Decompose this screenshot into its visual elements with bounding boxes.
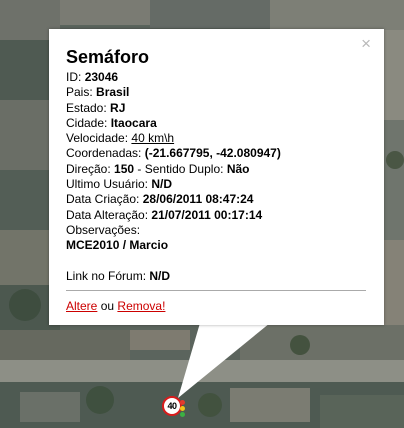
coordenadas-row: Coordenadas: (-21.667795, -42.080947) [66,146,366,161]
cidade-row: Cidade: Itaocara [66,116,366,131]
data-criacao-row: Data Criação: 28/06/2011 08:47:24 [66,192,366,207]
observacoes-label: Observações: [66,222,141,237]
estado-value: RJ [110,100,126,115]
altere-link[interactable]: Altere [66,299,97,313]
cidade-label: Cidade: [66,115,108,130]
remova-link[interactable]: Remova! [117,299,165,313]
popup-content: Semáforo ID: 23046 Pais: Brasil Estado: … [66,46,366,314]
velocidade-label: Velocidade: [66,131,129,146]
traffic-light-yellow-icon [180,406,185,411]
direcao-row: Direção: 150 - Sentido Duplo: Não [66,162,366,177]
info-popup: × Semáforo ID: 23046 Pais: Brasil Estado… [49,29,384,325]
data-criacao-label: Data Criação: [66,192,140,207]
coordenadas-value: (-21.667795, -42.080947) [144,146,281,161]
data-alteracao-value: 21/07/2011 00:17:14 [151,207,263,222]
popup-title: Semáforo [66,47,150,67]
estado-row: Estado: RJ [66,101,366,116]
velocidade-link[interactable]: 40 km\h [131,131,174,145]
data-alteracao-label: Data Alteração: [66,207,149,222]
estado-label: Estado: [66,100,107,115]
speed-limit-text: 40 [167,401,177,411]
traffic-light-green-icon [180,412,185,417]
forum-row: Link no Fórum: N/D [66,269,366,284]
coordenadas-label: Coordenadas: [66,146,142,161]
observacoes-value: MCE2010 / Marcio [66,238,169,253]
forum-value: N/D [149,268,171,283]
id-row: ID: 23046 [66,70,366,85]
pais-label: Pais: [66,85,93,100]
ultimo-usuario-label: Ultimo Usuário: [66,177,149,192]
cidade-value: Itaocara [110,115,157,130]
direcao-value: 150 [114,161,135,176]
velocidade-row: Velocidade: 40 km\h [66,131,366,146]
ou-text: ou [100,298,115,313]
speed-limit-sign-icon: 40 [162,396,182,416]
pais-row: Pais: Brasil [66,85,366,100]
direcao-label: Direção: [66,161,111,176]
forum-label: Link no Fórum: [66,268,147,283]
data-alteracao-row: Data Alteração: 21/07/2011 00:17:14 [66,208,366,223]
actions-row: Altere ou Remova! [66,299,366,314]
speed-limit-marker[interactable]: 40 [161,394,187,420]
id-label: ID: [66,70,82,84]
data-criacao-value: 28/06/2011 08:47:24 [142,192,254,207]
ultimo-usuario-value: N/D [151,177,173,192]
pais-value: Brasil [96,85,130,100]
ultimo-usuario-row: Ultimo Usuário: N/D [66,177,366,192]
sentido-label: - Sentido Duplo: [137,161,224,176]
traffic-light-red-icon [180,400,185,405]
divider [66,289,366,291]
id-value: 23046 [84,70,119,84]
sentido-value: Não [226,161,250,176]
